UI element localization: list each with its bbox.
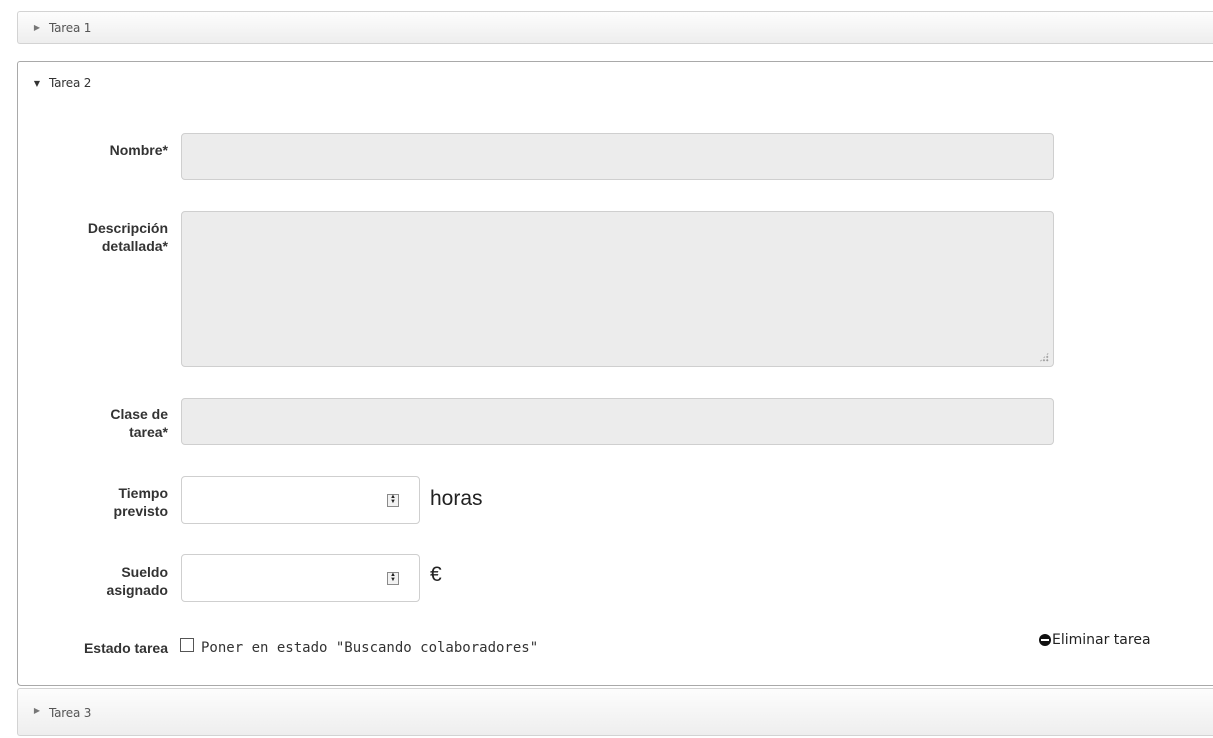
descripcion-label: Descripción detallada*	[87, 220, 168, 254]
sueldo-label: Sueldo asignado	[106, 564, 168, 598]
buscando-colaboradores-checkbox[interactable]	[180, 638, 194, 652]
spinner-arrows-icon[interactable]: ▲ ▼	[387, 572, 399, 585]
sueldo-number-input[interactable]: ▲ ▼	[181, 554, 420, 602]
delete-task-label: Eliminar tarea	[1052, 632, 1151, 648]
checkbox-label: Poner en estado "Buscando colaboradores"	[201, 640, 539, 656]
accordion-title: Tarea 1	[49, 20, 92, 35]
spinner-arrows-icon[interactable]: ▲ ▼	[387, 494, 399, 507]
resize-grip-icon[interactable]	[1039, 352, 1049, 362]
triangle-right-icon: ▶	[33, 706, 41, 715]
nombre-label: Nombre*	[109, 142, 168, 158]
accordion-header-tarea-1[interactable]: ▶ Tarea 1	[17, 11, 1213, 44]
estado-label: Estado tarea	[83, 640, 168, 656]
triangle-down-icon: ▼	[33, 78, 41, 88]
tiempo-label: Tiempo previsto	[113, 485, 168, 519]
accordion-header-tarea-3[interactable]: ▶ Tarea 3	[17, 688, 1213, 736]
sueldo-unit: €	[430, 563, 442, 586]
clase-input[interactable]	[181, 398, 1054, 445]
minus-circle-icon	[1039, 634, 1051, 646]
tiempo-number-input[interactable]: ▲ ▼	[181, 476, 420, 524]
accordion-header-tarea-2[interactable]: ▼ Tarea 2	[17, 61, 1213, 105]
delete-task-button[interactable]: Eliminar tarea	[1039, 632, 1151, 648]
triangle-right-icon: ▶	[33, 23, 41, 32]
accordion-title: Tarea 3	[49, 706, 92, 720]
accordion-title: Tarea 2	[49, 76, 92, 90]
descripcion-textarea[interactable]	[181, 211, 1054, 367]
clase-label: Clase de tarea*	[110, 406, 168, 440]
tiempo-unit: horas	[430, 487, 483, 510]
nombre-input[interactable]	[181, 133, 1054, 180]
